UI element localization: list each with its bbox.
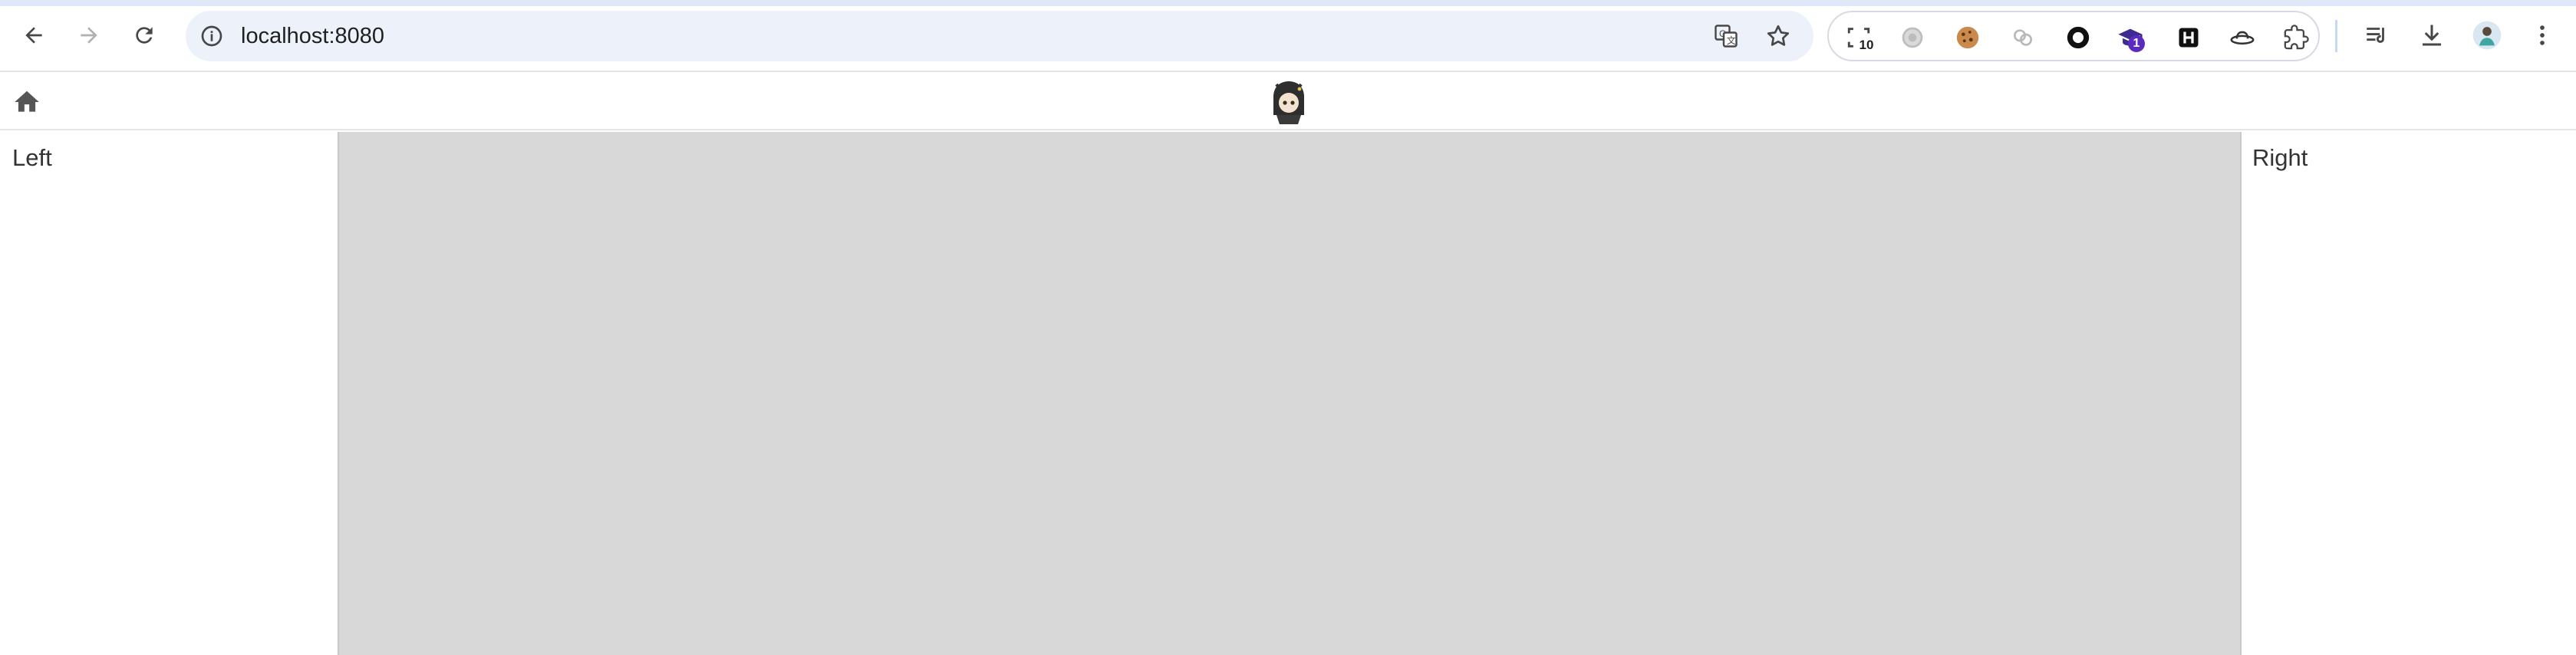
profile-avatar-icon [2472,21,2502,50]
hat-extension-icon [2230,31,2255,45]
extension-badge: 10 [1858,37,1875,54]
right-panel-label: Right [2252,144,2308,171]
h-extension-button[interactable] [2174,23,2203,52]
reload-button[interactable] [126,17,163,54]
extensions-puzzle-icon [2284,25,2309,50]
ring-extension-button[interactable] [2064,23,2093,52]
mascot-logo-icon [1273,81,1304,124]
chain-extension-button[interactable] [2008,23,2037,52]
cookie-extension-icon [1956,26,1979,49]
profile-button[interactable] [2472,20,2502,51]
back-button[interactable] [15,17,52,54]
graduation-extension-button[interactable]: 1 [2116,23,2145,52]
translate-icon[interactable]: G文 [1712,22,1740,50]
extension-button[interactable] [1898,23,1927,52]
toolbar-divider [2335,20,2337,52]
downloads-button[interactable] [2416,20,2447,51]
forward-arrow-icon [81,27,97,44]
extensions-menu-button[interactable] [2281,23,2311,52]
reading-list-button[interactable] [2361,20,2392,51]
screenshot-extension-button[interactable]: 10 [1844,23,1875,54]
ring-extension-icon [2067,26,2090,49]
star-icon[interactable] [1764,22,1792,50]
browser-menu-button[interactable] [2527,20,2558,51]
svg-text:文: 文 [1727,35,1736,46]
browser-toolbar: localhost:8080 G文 10 1 [0,0,2576,72]
h-extension-icon [2179,28,2199,48]
right-panel: Right [2242,132,2576,655]
hat-extension-button[interactable] [2228,23,2257,52]
address-bar[interactable]: localhost:8080 G文 [186,11,1813,61]
left-panel-label: Left [12,144,52,171]
site-info-icon[interactable] [199,24,224,48]
app-header [0,74,2576,130]
chain-extension-icon [2014,29,2032,46]
cookie-extension-button[interactable] [1953,23,1982,52]
menu-kebab-icon [2540,25,2545,45]
extensions-tray: 10 1 [1827,11,2320,61]
extension-gray-icon [1902,27,1923,48]
center-panel [338,132,2242,655]
reload-icon [136,27,153,44]
tab-strip-edge [0,0,2576,6]
back-arrow-icon [25,27,42,44]
left-panel: Left [0,132,338,655]
home-icon[interactable] [12,87,41,117]
reading-list-icon [2367,28,2384,43]
extension-badge: 1 [2128,35,2145,52]
download-icon [2423,25,2441,46]
forward-button[interactable] [71,17,107,54]
url-text[interactable]: localhost:8080 [241,23,384,49]
